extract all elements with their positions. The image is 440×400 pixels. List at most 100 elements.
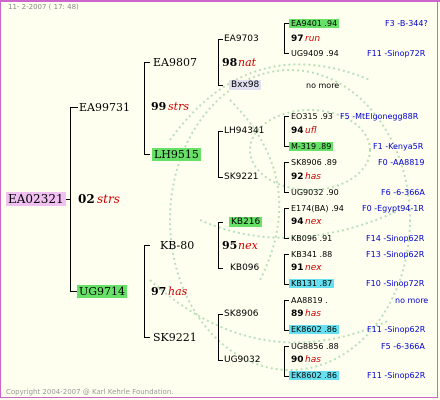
copyright-footer: Copyright 2004-2007 @ Karl Kehrle Founda… [6, 388, 174, 396]
gen3-id[interactable]: LH9515 [152, 148, 201, 161]
gen4-code: has [305, 309, 321, 319]
gen5-origin: F0 -AA8819 [378, 158, 425, 167]
gen4-code: run [305, 34, 321, 44]
connector-line [284, 162, 285, 192]
gen4-id[interactable]: KB216 [229, 217, 263, 227]
gen2-dam-code: strs [168, 100, 189, 113]
gen5-id[interactable]: SK8906 .89 [291, 158, 337, 167]
gen5-id[interactable]: AA8819 . [291, 296, 328, 305]
connector-line [144, 154, 150, 155]
gen2-sire-year: 97 [151, 285, 167, 298]
gen5-origin: no more [395, 296, 429, 305]
connector-line [218, 268, 223, 269]
connector-line [284, 300, 285, 330]
connector-line [218, 131, 223, 132]
gen4-id[interactable]: SK8906 [224, 309, 259, 319]
gen5-origin: F1 -Kenya5R [373, 142, 424, 151]
gen5-id[interactable]: UG9409 .94 [291, 49, 339, 58]
gen5-origin: F13 -Sinop62R [366, 250, 425, 259]
connector-line [144, 337, 150, 338]
gen4-code: ufl [305, 126, 317, 136]
gen4-year: 92 [291, 172, 304, 182]
connector-line [284, 162, 289, 163]
gen5-origin: F5 -MtElgonegg88R [340, 112, 419, 121]
gen3-id[interactable]: SK9221 [153, 331, 197, 344]
connector-line [284, 346, 285, 376]
connector-line [218, 360, 223, 361]
connector-line [284, 346, 289, 347]
connector-line [218, 222, 223, 223]
gen5-id[interactable]: EK8602 .86 [289, 371, 339, 380]
connector-line [218, 222, 219, 268]
connector-line [70, 107, 78, 108]
gen4-id[interactable]: LH94341 [224, 126, 264, 136]
connector-line [144, 62, 145, 154]
gen5-id[interactable]: EK8602 .86 [289, 325, 339, 334]
gen2-dam-id[interactable]: EA99731 [79, 101, 130, 114]
gen4-year: 97 [291, 34, 304, 44]
gen4-id[interactable]: SK9221 [224, 172, 259, 182]
connector-line [284, 23, 285, 53]
connector-line [218, 39, 219, 85]
gen5-id[interactable]: UG8856 .88 [291, 342, 339, 351]
gen5-id[interactable]: KB096 .91 [291, 234, 332, 243]
gen5-id[interactable]: M-319 .89 [289, 142, 334, 151]
queen-code: strs [97, 192, 120, 206]
gen4-year: 89 [291, 309, 304, 319]
gen5-id[interactable]: KB131 .87 [289, 279, 335, 288]
gen4-code: has [305, 172, 321, 182]
gen5-id[interactable]: UG9032 .90 [291, 188, 339, 197]
gen4-id[interactable]: KB096 [230, 263, 259, 273]
gen4-year: 91 [291, 263, 304, 273]
gen5-id[interactable]: EA9401 .94 [289, 19, 340, 28]
gen5-id[interactable]: EO315 .93 [291, 112, 333, 121]
connector-line [284, 254, 285, 284]
gen5-origin: F3 -B-344? [385, 19, 428, 28]
gen3-id[interactable]: EA9807 [153, 56, 197, 69]
gen2-sire-id[interactable]: UG9714 [77, 285, 128, 298]
connector-line [284, 53, 289, 54]
gen5-id[interactable]: KB341 .88 [291, 250, 332, 259]
gen5-origin: F0 -Egypt94-1R [362, 204, 424, 213]
gen3-id[interactable]: KB-80 [160, 239, 194, 252]
gen4-id[interactable]: EA9703 [224, 34, 259, 44]
gen4-code: nex [305, 217, 322, 227]
gen5-origin: F11 -Sinop62R [367, 325, 426, 334]
gen4-code: has [305, 355, 321, 365]
top-border [0, 0, 440, 2]
date-stamp: 11- 2-2007 ( 17: 48) [8, 3, 79, 11]
connector-line [218, 39, 223, 40]
connector-line [218, 314, 223, 315]
connector-line [284, 116, 285, 146]
gen4-year: 94 [291, 217, 304, 227]
connector-line [144, 245, 150, 246]
gen4-code: nex [305, 263, 322, 273]
connector-line [284, 254, 289, 255]
connector-line [284, 300, 289, 301]
gen3-year: 95 [222, 239, 238, 252]
gen4-id[interactable]: Bxx98 [229, 80, 262, 90]
connector-line [284, 208, 289, 209]
queen-id[interactable]: EA02321 [6, 192, 66, 206]
queen-year: 02 [78, 192, 95, 206]
gen5-id[interactable]: E174(BA) .94 [291, 204, 344, 213]
connector-line [284, 116, 289, 117]
gen4-year: 90 [291, 355, 304, 365]
gen5-origin: F11 -Sinop62R [367, 371, 426, 380]
gen5-origin: F10 -Sinop72R [366, 279, 425, 288]
connector-line [218, 85, 223, 86]
gen4-id[interactable]: UG9032 [224, 355, 260, 365]
gen5-origin: F14 -Sinop62R [366, 234, 425, 243]
gen5-origin: F11 -Sinop72R [367, 49, 426, 58]
connector-line [284, 238, 289, 239]
connector-line [284, 192, 289, 193]
connector-line [218, 314, 219, 360]
gen3-year: 98 [222, 56, 238, 69]
connector-line [284, 208, 285, 238]
gen2-dam-year: 99 [151, 100, 167, 113]
gen2-sire-code: has [168, 285, 188, 298]
connector-line [144, 245, 145, 337]
connector-line [144, 62, 150, 63]
connector-line [218, 177, 223, 178]
gen3-code: nat [238, 56, 257, 69]
